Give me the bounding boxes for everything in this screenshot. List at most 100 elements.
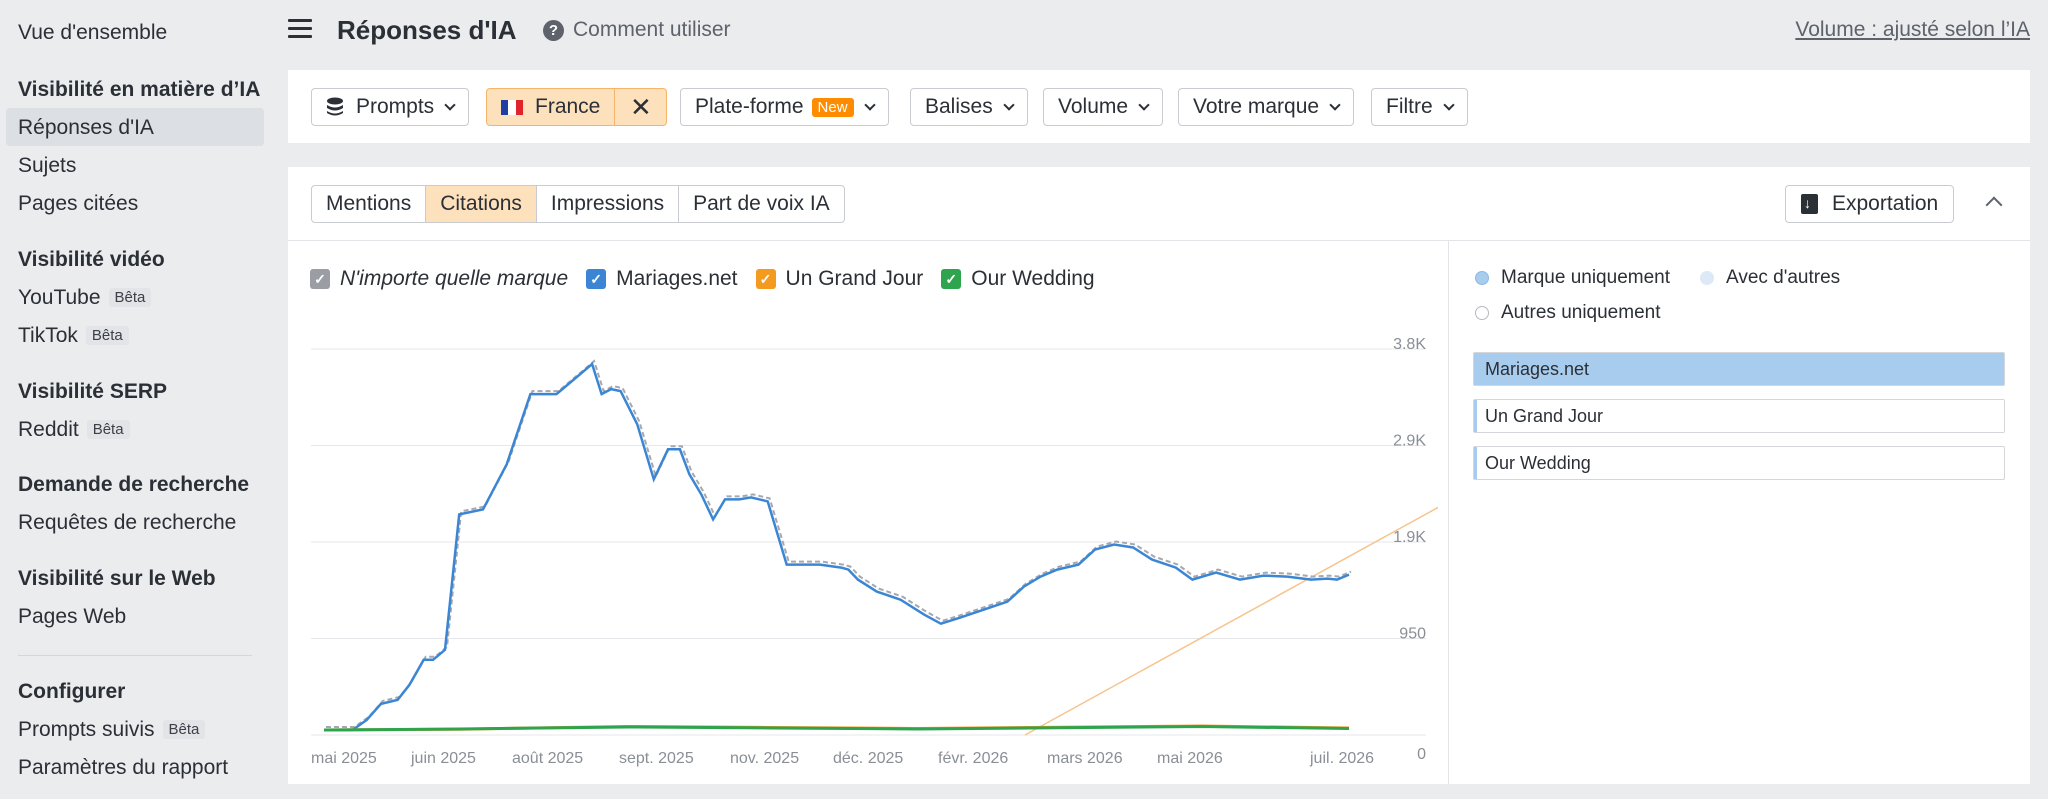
- radio-dot-icon: [1700, 271, 1714, 285]
- filter-dropdown[interactable]: Filtre: [1371, 88, 1468, 126]
- option-label: Autres uniquement: [1501, 302, 1661, 323]
- menu-icon[interactable]: [288, 19, 312, 41]
- checkbox-icon[interactable]: ✓: [941, 269, 962, 289]
- sidebar: Vue d'ensemble Visibilité en matière d’I…: [0, 0, 270, 799]
- y-tick-label: 2.9K: [1393, 433, 1426, 450]
- option-label: Marque uniquement: [1501, 267, 1670, 288]
- sidebar-item-topics[interactable]: Sujets: [18, 154, 76, 178]
- volume-dropdown[interactable]: Volume: [1043, 88, 1164, 126]
- checkbox-icon[interactable]: ✓: [755, 269, 776, 289]
- filter-bar: Prompts France ✕ Plate-forme New Balises …: [288, 70, 2030, 143]
- brand-bar-un-grand-jour[interactable]: Un Grand Jour: [1473, 399, 2005, 433]
- x-tick-label: févr. 2026: [938, 750, 1008, 767]
- chart-panel: Mentions Citations Impressions Part de v…: [288, 167, 2030, 784]
- sidebar-section-web: Visibilité sur le Web: [18, 567, 216, 590]
- checkbox-icon[interactable]: ✓: [586, 269, 607, 289]
- help-link[interactable]: Comment utiliser: [573, 18, 731, 42]
- france-flag-icon: [501, 99, 523, 115]
- export-label: Exportation: [1832, 192, 1939, 215]
- page-title: Réponses d'IA: [337, 15, 517, 45]
- bar-label: Our Wedding: [1485, 452, 1591, 473]
- metric-tabs: Mentions Citations Impressions Part de v…: [311, 185, 845, 223]
- sidebar-item-label: YouTube: [18, 286, 101, 309]
- legend-label: N'importe quelle marque: [340, 267, 569, 290]
- sidebar-item-reddit[interactable]: Reddit Bêta: [18, 418, 130, 442]
- x-tick-label: mai 2026: [1157, 750, 1223, 767]
- chart-legend: ✓ N'importe quelle marque ✓ Mariages.net…: [310, 267, 1113, 291]
- bar-fill: [1474, 447, 1477, 479]
- x-tick-label: sept. 2025: [619, 750, 694, 767]
- sidebar-item-overview[interactable]: Vue d'ensemble: [18, 21, 167, 45]
- bar-fill: [1474, 400, 1477, 432]
- chevron-up-icon[interactable]: [1985, 196, 2003, 214]
- series-line-mariages-net: [324, 361, 1350, 732]
- legend-un-grand-jour[interactable]: ✓ Un Grand Jour: [755, 267, 924, 291]
- legend-our-wedding[interactable]: ✓ Our Wedding: [941, 267, 1095, 291]
- export-button[interactable]: Exportation: [1785, 185, 1955, 223]
- sidebar-item-cited-pages[interactable]: Pages citées: [18, 192, 138, 216]
- sidebar-section-config: Configurer: [18, 680, 126, 703]
- beta-badge: Bêta: [162, 720, 206, 739]
- x-tick-label: juin 2025: [410, 750, 476, 767]
- option-with-others[interactable]: Avec d'autres: [1700, 267, 1840, 289]
- platform-label: Plate-forme: [695, 95, 804, 118]
- volume-adjust-link[interactable]: Volume : ajusté selon l’IA: [1795, 18, 2030, 42]
- bar-label: Mariages.net: [1485, 358, 1590, 379]
- new-badge: New: [811, 97, 854, 117]
- sidebar-section-serp: Visibilité SERP: [18, 380, 167, 403]
- legend-mariages-net[interactable]: ✓ Mariages.net: [586, 267, 738, 291]
- series-line-any-brand: [326, 359, 1352, 728]
- radio-dot-icon: [1475, 271, 1489, 285]
- remove-country-button[interactable]: ✕: [615, 88, 668, 126]
- platform-dropdown[interactable]: Plate-forme New: [680, 88, 889, 126]
- y-tick-label: 950: [1399, 626, 1426, 643]
- checkbox-icon[interactable]: ✓: [310, 269, 330, 289]
- legend-label: Un Grand Jour: [785, 267, 924, 290]
- country-filter-chip[interactable]: France ✕: [486, 88, 668, 126]
- brand-bar-mariages-net[interactable]: Mariages.net: [1473, 352, 2005, 386]
- sidebar-item-ai-answers[interactable]: Réponses d'IA: [18, 116, 154, 140]
- country-filter[interactable]: France: [486, 88, 616, 126]
- sidebar-item-tiktok[interactable]: TikTok Bêta: [18, 324, 129, 348]
- tab-share-of-voice[interactable]: Part de voix IA: [679, 186, 844, 222]
- sidebar-item-search-queries[interactable]: Requêtes de recherche: [18, 511, 236, 535]
- tab-impressions[interactable]: Impressions: [537, 186, 680, 222]
- sidebar-item-label: Prompts suivis: [18, 718, 155, 741]
- option-brand-only[interactable]: Marque uniquement: [1475, 267, 1670, 289]
- chevron-down-icon: [1003, 98, 1015, 111]
- tags-dropdown[interactable]: Balises: [910, 88, 1028, 126]
- prompts-dropdown[interactable]: Prompts: [311, 88, 470, 126]
- filter-label: Filtre: [1386, 95, 1433, 118]
- sidebar-item-youtube[interactable]: YouTube Bêta: [18, 286, 152, 310]
- help-icon[interactable]: ?: [543, 20, 564, 41]
- sidebar-item-web-pages[interactable]: Pages Web: [18, 605, 126, 629]
- y-tick-label: 3.8K: [1393, 336, 1426, 353]
- x-tick-label: mars 2026: [1047, 750, 1123, 767]
- country-label: France: [535, 95, 601, 118]
- chevron-down-icon: [1443, 98, 1455, 111]
- sidebar-item-tracked-prompts[interactable]: Prompts suivis Bêta: [18, 718, 206, 742]
- citations-line-chart[interactable]: 3.8K 2.9K 1.9K 950 0 mai 2025 juin 2025 août 20…: [288, 327, 1438, 767]
- brand-dropdown[interactable]: Votre marque: [1178, 88, 1355, 126]
- beta-badge: Bêta: [86, 420, 130, 439]
- sidebar-section-ai: Visibilité en matière d’IA: [18, 78, 261, 101]
- x-tick-label: août 2025: [512, 750, 583, 767]
- legend-any-brand[interactable]: ✓ N'importe quelle marque: [310, 267, 568, 291]
- series-line-our-wedding: [323, 724, 1350, 732]
- tab-citations[interactable]: Citations: [426, 186, 537, 222]
- chevron-down-icon: [863, 98, 876, 111]
- legend-label: Mariages.net: [616, 267, 738, 290]
- tab-mentions[interactable]: Mentions: [312, 186, 427, 222]
- tags-label: Balises: [925, 95, 993, 118]
- sidebar-section-video: Visibilité vidéo: [18, 248, 165, 271]
- bar-label: Un Grand Jour: [1485, 405, 1604, 426]
- radio-dot-icon: [1475, 306, 1489, 320]
- brand-bar-our-wedding[interactable]: Our Wedding: [1473, 446, 2005, 480]
- legend-label: Our Wedding: [971, 267, 1095, 290]
- option-others-only[interactable]: Autres uniquement: [1475, 302, 1661, 324]
- panel-divider: [1448, 241, 1449, 784]
- beta-badge: Bêta: [85, 326, 129, 345]
- sidebar-item-report-settings[interactable]: Paramètres du rapport: [18, 756, 228, 780]
- y-tick-label: 1.9K: [1393, 529, 1426, 546]
- y-tick-label: 0: [1417, 746, 1426, 763]
